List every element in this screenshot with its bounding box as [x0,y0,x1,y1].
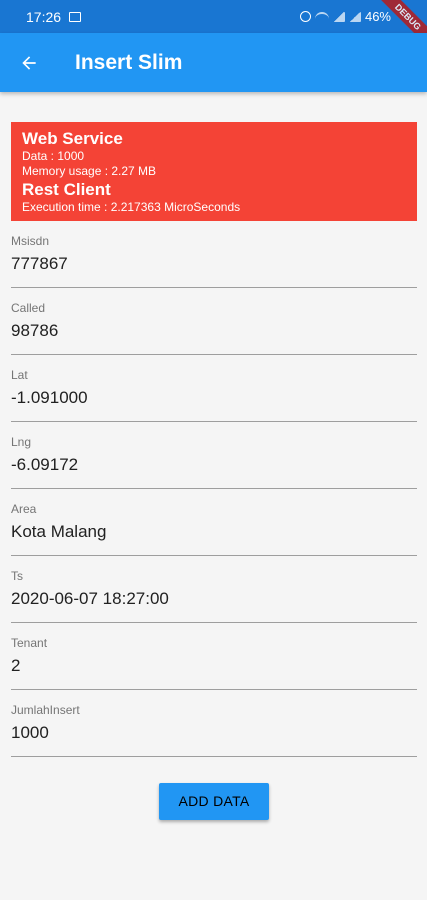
msisdn-field[interactable]: Msisdn 777867 [11,221,417,288]
arrow-left-icon [22,55,36,70]
jumlah-insert-field[interactable]: JumlahInsert 1000 [11,690,417,757]
signal-icon-2 [348,11,361,22]
status-time: 17:26 [26,8,62,25]
signal-icon [332,11,345,22]
alarm-icon [299,11,311,22]
wifi-icon [314,11,329,22]
field-label: Ts [11,569,23,583]
field-value[interactable]: 1000 [11,722,417,744]
result-card: Web Service Data : 1000 Memory usage : 2… [11,122,417,221]
field-label: Area [11,502,37,516]
execution-time-text: Execution time : 2.217363 MicroSeconds [22,200,241,214]
field-value[interactable]: 777867 [11,253,417,275]
field-value[interactable]: 2020-06-07 18:27:00 [11,588,417,610]
button-row: ADD DATA [11,783,417,820]
field-label: Called [11,301,46,315]
field-value[interactable]: -1.091000 [11,387,417,409]
field-value[interactable]: 2 [11,655,417,677]
lng-field[interactable]: Lng -6.09172 [11,422,417,489]
lat-field[interactable]: Lat -1.091000 [11,355,417,422]
app-bar: Insert Slim [0,33,427,92]
field-label: Tenant [11,636,48,650]
field-label: JumlahInsert [11,703,80,717]
status-bar: 17:26 46% DEBUG [0,0,427,33]
field-value[interactable]: 98786 [11,320,417,342]
add-data-button[interactable]: ADD DATA [159,783,269,820]
battery-level: 46% [364,9,391,24]
memory-usage-text: Memory usage : 2.27 MB [22,164,157,178]
web-service-heading: Web Service [22,129,123,148]
field-value[interactable]: -6.09172 [11,454,417,476]
area-field[interactable]: Area Kota Malang [11,489,417,556]
data-count-text: Data : 1000 [22,149,85,163]
field-label: Lng [11,435,32,449]
tenant-field[interactable]: Tenant 2 [11,623,417,690]
page-title: Insert Slim [75,50,183,74]
rest-client-heading: Rest Client [22,180,111,199]
field-label: Msisdn [11,234,50,248]
field-value[interactable]: Kota Malang [11,521,417,543]
called-field[interactable]: Called 98786 [11,288,417,355]
ts-field[interactable]: Ts 2020-06-07 18:27:00 [11,556,417,623]
field-label: Lat [11,368,28,382]
back-button[interactable] [0,33,58,92]
main-content: Web Service Data : 1000 Memory usage : 2… [0,92,427,820]
gallery-icon [69,11,82,22]
